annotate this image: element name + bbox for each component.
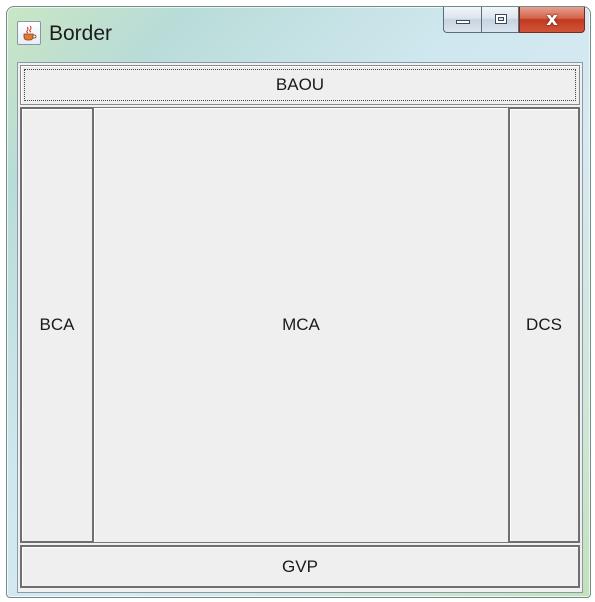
center-button-label: MCA (282, 315, 320, 334)
content-pane: BAOU BCA MCA DCS GVP (17, 62, 583, 593)
east-button[interactable]: DCS (508, 107, 580, 543)
minimize-icon (456, 20, 470, 24)
maximize-button[interactable] (481, 7, 519, 33)
maximize-icon (495, 14, 507, 24)
south-button[interactable]: GVP (20, 545, 580, 588)
west-button[interactable]: BCA (20, 107, 94, 543)
west-button-label: BCA (39, 315, 75, 334)
south-button-label: GVP (282, 556, 318, 576)
east-button-label: DCS (526, 315, 562, 334)
caption-buttons: x (443, 7, 585, 33)
app-window: Border x BAOU BCA MCA DCS GVP (6, 6, 591, 598)
java-cup-icon[interactable] (17, 21, 41, 45)
north-button-label: BAOU (275, 75, 325, 94)
center-button[interactable]: MCA (94, 107, 508, 543)
north-button[interactable]: BAOU (20, 65, 580, 105)
minimize-button[interactable] (443, 7, 481, 33)
window-title: Border (49, 22, 113, 45)
close-icon: x (546, 9, 558, 30)
close-button[interactable]: x (519, 7, 585, 33)
title-bar[interactable]: Border x (7, 7, 590, 63)
